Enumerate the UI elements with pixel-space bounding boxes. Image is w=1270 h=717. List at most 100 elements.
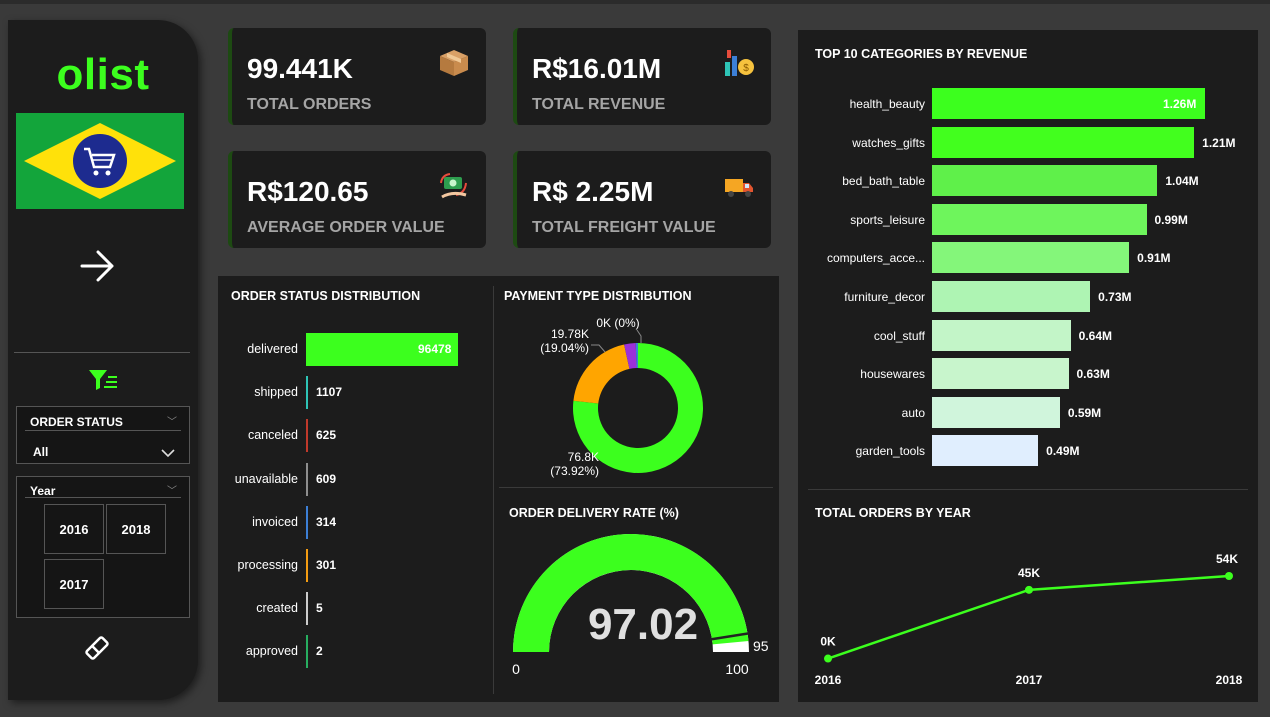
year-option-2018[interactable]: 2018 xyxy=(106,504,166,554)
kpi-value: R$120.65 xyxy=(247,176,369,207)
kpi-average-order-value: R$120.65 AVERAGE ORDER VALUE xyxy=(228,151,486,248)
chevron-down-icon[interactable]: ﹀ xyxy=(167,413,177,428)
status-row: shipped 1107 xyxy=(218,375,488,411)
order-status-chart: delivered 96478 shipped 1107 canceled 625 unav… xyxy=(218,332,493,692)
donut-data-label: (19.04%) xyxy=(540,341,589,355)
category-bar[interactable] xyxy=(932,165,1158,197)
category-label: cool_stuff xyxy=(873,328,925,343)
status-row: invoiced 314 xyxy=(218,505,488,541)
brazil-flag-cart-image xyxy=(16,113,184,209)
category-bar[interactable] xyxy=(932,242,1130,274)
top-categories-chart: health_beauty 1.26M watches_gifts 1.21M bed_… xyxy=(798,88,1258,478)
gauge-target-label: 95 xyxy=(753,638,769,654)
kpi-label: TOTAL REVENUE xyxy=(532,96,666,113)
chevron-down-icon[interactable]: ﹀ xyxy=(167,482,177,497)
status-value-label: 301 xyxy=(316,558,337,572)
status-bar[interactable] xyxy=(306,462,308,496)
gauge-max-label: 100 xyxy=(725,661,749,677)
arrow-right-icon[interactable] xyxy=(78,246,118,286)
sidebar: olist ORDER STATUS ﹀ All Year ﹀ 2016 201… xyxy=(8,20,198,700)
category-label: watches_gifts xyxy=(852,135,925,150)
orders-data-label: 45K xyxy=(1018,566,1040,580)
order-status-selected-value[interactable]: All xyxy=(33,445,48,459)
status-value-label: 2 xyxy=(316,644,323,659)
x-tick-label: 2017 xyxy=(1016,673,1043,687)
x-tick-label: 2016 xyxy=(815,673,842,687)
status-payment-panel: ORDER STATUS DISTRIBUTION delivered 96478… xyxy=(218,276,779,702)
status-bar[interactable] xyxy=(306,635,308,669)
category-bar[interactable] xyxy=(932,396,1060,428)
category-value-label: 0.91M xyxy=(1137,251,1171,266)
kpi-total-orders: 99.441K TOTAL ORDERS xyxy=(228,28,486,125)
donut-data-label: 19.78K xyxy=(551,327,589,341)
olist-logo: olist xyxy=(56,50,150,99)
year-option-2016[interactable]: 2016 xyxy=(44,504,104,554)
status-row: delivered 96478 xyxy=(218,332,488,368)
category-value-label: 0.99M xyxy=(1154,212,1188,227)
status-bar[interactable] xyxy=(306,419,308,453)
category-bar[interactable] xyxy=(932,126,1195,158)
kpi-label: AVERAGE ORDER VALUE xyxy=(247,219,445,236)
category-value-label: 0.59M xyxy=(1067,405,1102,420)
status-row: approved 2 xyxy=(218,634,488,670)
status-bar[interactable] xyxy=(306,505,308,539)
status-row: created 5 xyxy=(218,591,488,627)
svg-text:$: $ xyxy=(743,63,749,74)
year-option-2017[interactable]: 2017 xyxy=(44,559,104,609)
status-label: delivered xyxy=(247,342,298,356)
status-bar[interactable] xyxy=(306,549,308,582)
category-bar[interactable] xyxy=(932,358,1069,390)
leader-line xyxy=(636,329,642,343)
category-bar[interactable] xyxy=(932,203,1147,235)
category-value-label: 1.26M xyxy=(1163,97,1197,111)
sidebar-divider xyxy=(14,352,190,353)
categories-orders-panel: TOP 10 CATEGORIES BY REVENUE health_beau… xyxy=(798,30,1258,702)
delivery-rate-gauge: 97.02 0 10095 xyxy=(512,534,769,677)
status-bar[interactable] xyxy=(306,376,308,410)
orders-data-label: 0K xyxy=(820,635,836,649)
gauge-min-label: 0 xyxy=(512,661,520,677)
category-label: computers_acce... xyxy=(826,251,925,266)
status-bar[interactable] xyxy=(306,592,308,626)
package-icon xyxy=(440,50,468,76)
orders-data-label: 54K xyxy=(1216,552,1238,566)
delivery-truck-icon xyxy=(725,179,753,197)
payment-type-title: PAYMENT TYPE DISTRIBUTION xyxy=(504,289,692,303)
category-bar[interactable] xyxy=(932,281,1091,312)
year-slicer[interactable]: Year ﹀ 2016 2018 2017 xyxy=(16,476,190,618)
revenue-icon: $ xyxy=(725,50,754,76)
orders-point xyxy=(1025,585,1033,594)
status-label: invoiced xyxy=(252,514,298,529)
kpi-value: R$ 2.25M xyxy=(532,176,654,207)
status-label: approved xyxy=(245,644,298,659)
status-label: canceled xyxy=(247,428,298,443)
filter-icon[interactable] xyxy=(88,368,118,392)
dropdown-chevron-icon[interactable] xyxy=(161,448,175,458)
kpi-total-revenue: R$16.01M TOTAL REVENUE $ xyxy=(513,28,771,125)
category-value-label: 0.63M xyxy=(1076,367,1110,382)
orders-point xyxy=(824,654,832,663)
category-label: bed_bath_table xyxy=(842,174,925,189)
orders-by-year-line-chart: 0K 2016 45K 2017 54K 2018 xyxy=(815,552,1243,687)
kpi-value: R$16.01M xyxy=(532,53,662,84)
status-value-label: 314 xyxy=(316,514,337,529)
category-value-label: 0.73M xyxy=(1098,290,1132,304)
donut-data-label: 76.8K xyxy=(568,450,599,464)
category-bar[interactable] xyxy=(932,435,1039,467)
status-label: processing xyxy=(237,558,298,572)
category-label: garden_tools xyxy=(855,444,925,459)
payment-type-donut-chart: 76.8K(73.92%) 19.78K(19.04%) 0K (0%) xyxy=(540,316,703,478)
category-bar[interactable] xyxy=(932,319,1071,351)
status-row: processing 301 xyxy=(218,548,488,584)
donut-data-label: 0K (0%) xyxy=(596,316,639,330)
top-categories-title: TOP 10 CATEGORIES BY REVENUE xyxy=(815,47,1028,61)
clear-filters-eraser-icon[interactable] xyxy=(84,635,110,661)
category-value-label: 1.21M xyxy=(1202,135,1236,150)
status-row: canceled 625 xyxy=(218,418,488,454)
order-status-slicer[interactable]: ORDER STATUS ﹀ All xyxy=(16,406,190,464)
status-value-label: 625 xyxy=(316,428,337,443)
status-label: unavailable xyxy=(234,471,298,486)
category-label: health_beauty xyxy=(849,97,925,111)
status-label: shipped xyxy=(254,385,298,400)
x-tick-label: 2018 xyxy=(1216,673,1243,687)
